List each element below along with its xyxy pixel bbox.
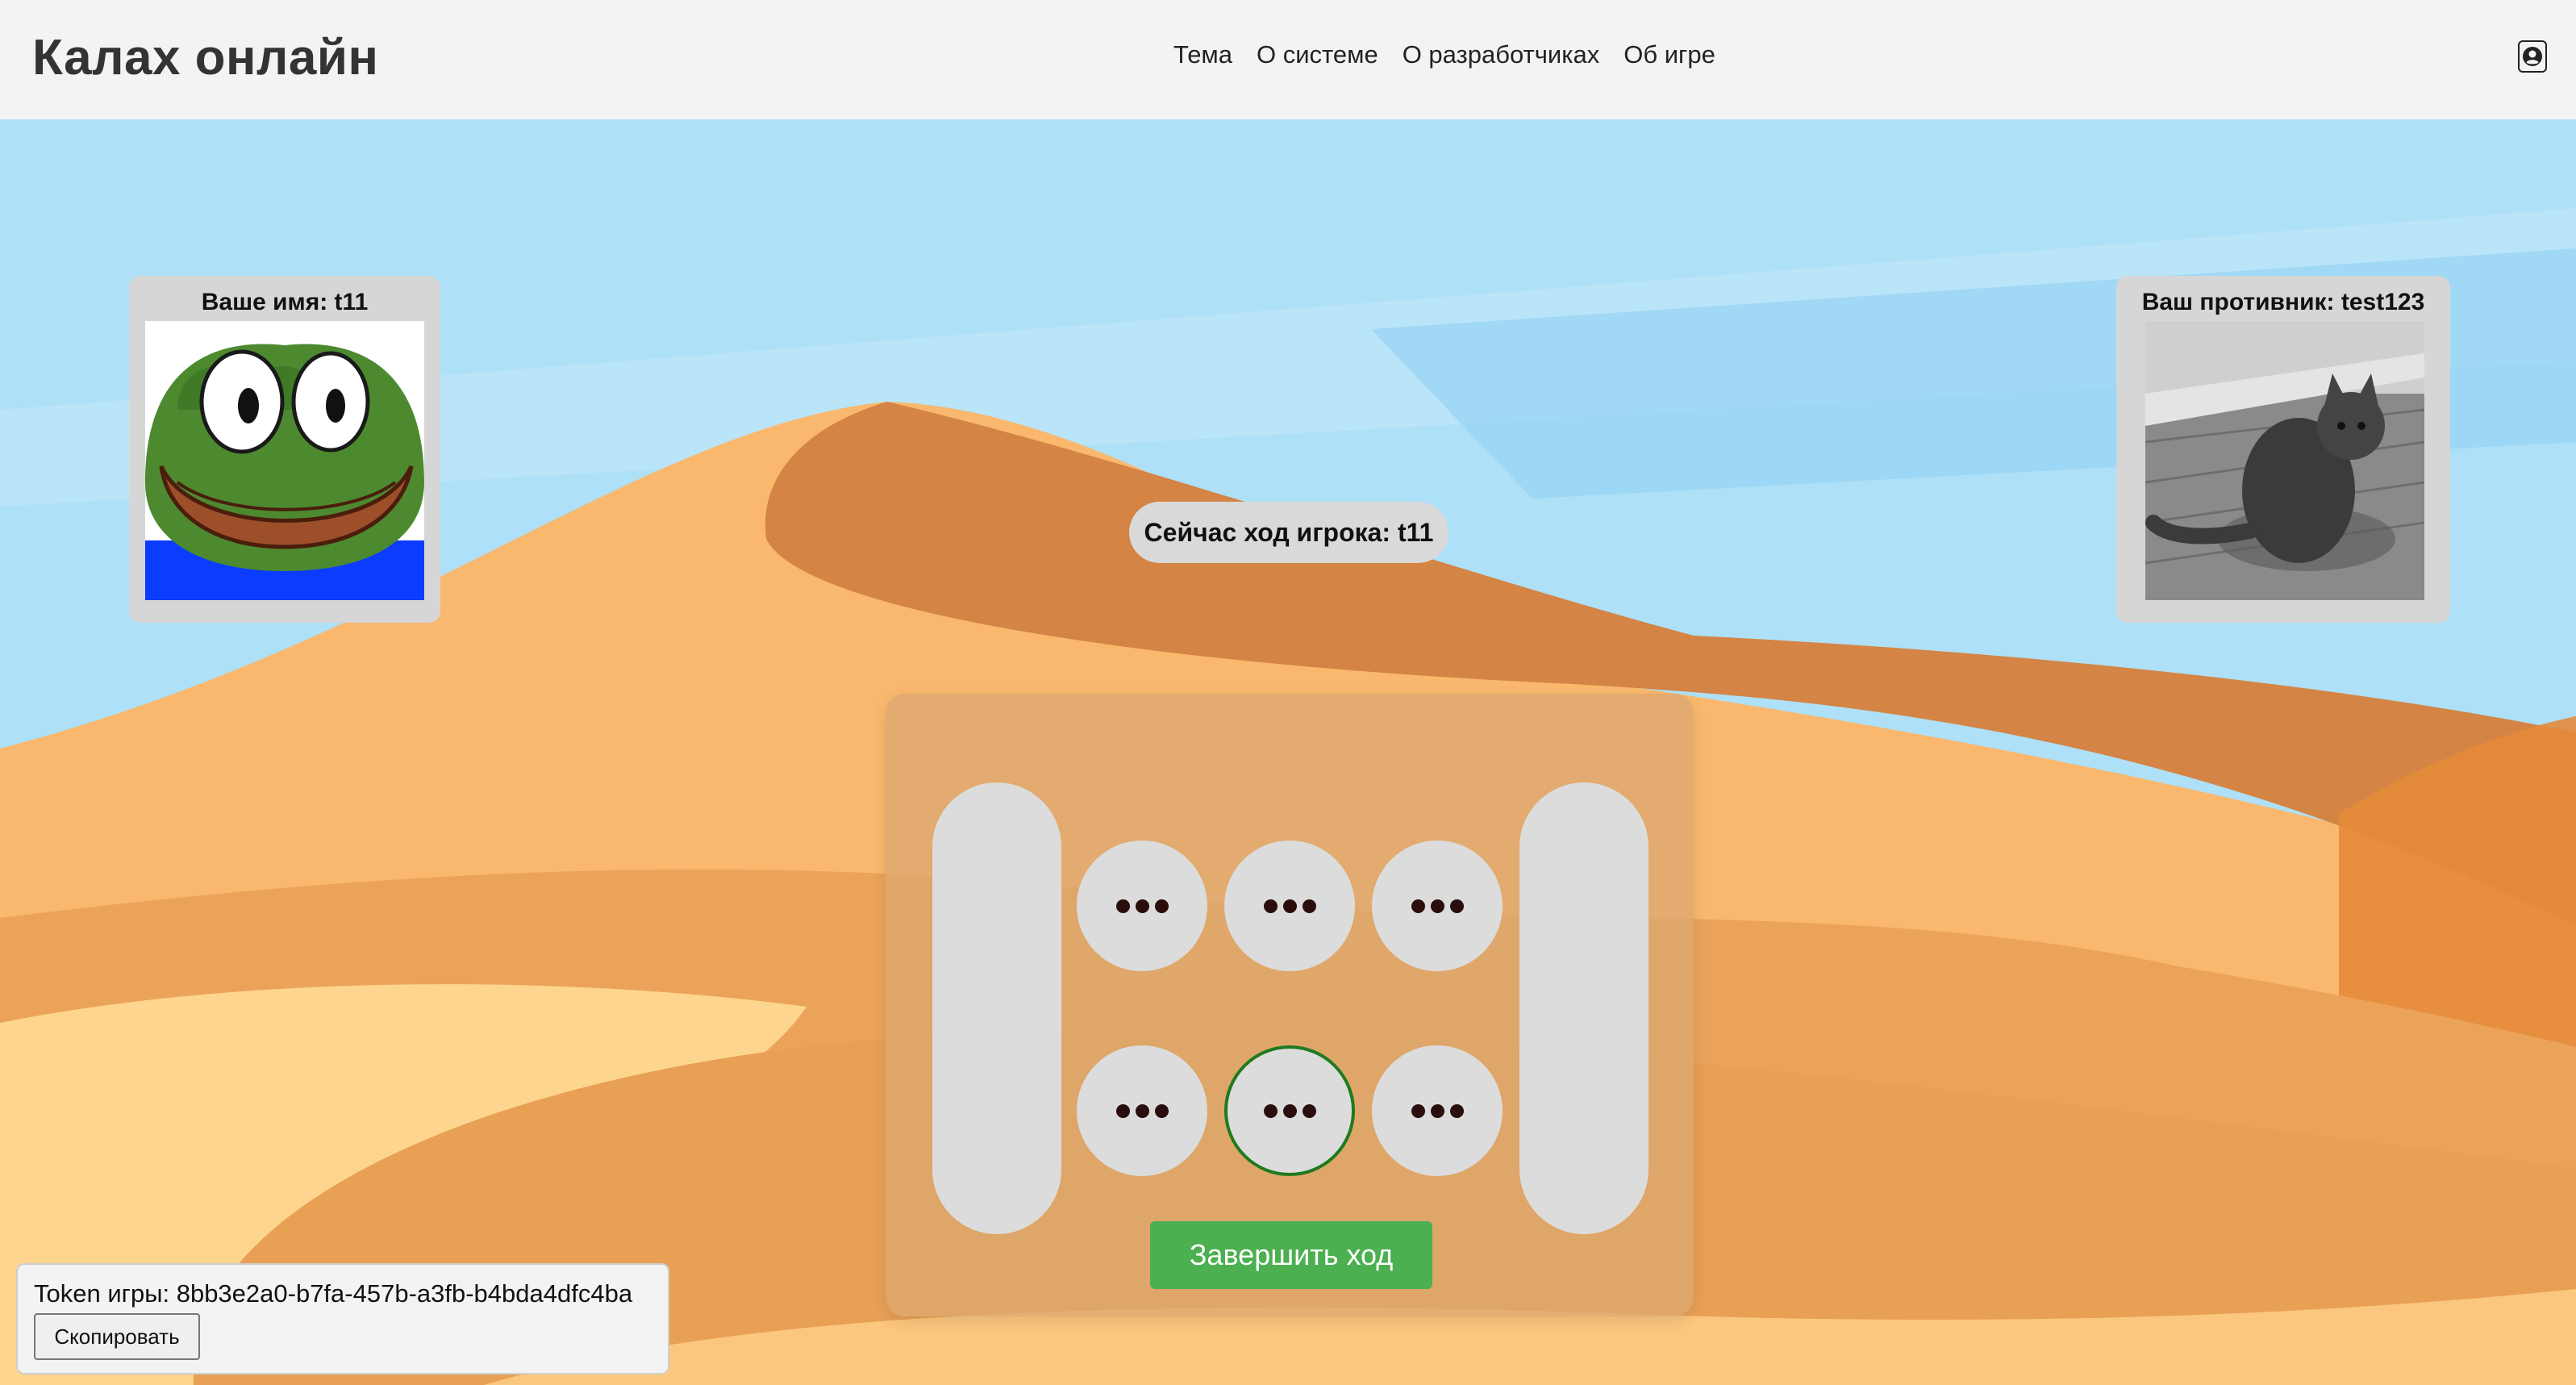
ellipsis-icon	[1263, 899, 1316, 913]
cat-avatar-image	[2145, 321, 2424, 600]
ellipsis-icon	[1115, 899, 1169, 913]
main-nav: Тема О системе О разработчиках Об игре	[1173, 40, 1715, 69]
game-token-panel: Token игры: 8bb3e2a0-b7fa-457b-a3fb-b4bd…	[16, 1263, 669, 1375]
player-card: Ваше имя: t11	[129, 276, 440, 623]
nav-about-game[interactable]: Об игре	[1624, 40, 1715, 69]
turn-indicator: Сейчас ход игрока: t11	[1129, 502, 1448, 563]
pit-top-2[interactable]	[1224, 841, 1355, 971]
opponent-name: Ваш противник: test123	[2141, 289, 2425, 315]
pit-top-1[interactable]	[1077, 841, 1207, 971]
nav-about-developers[interactable]: О разработчиках	[1403, 40, 1600, 69]
player-avatar	[145, 321, 424, 600]
pit-top-3[interactable]	[1372, 841, 1503, 971]
pit-bottom-3[interactable]	[1372, 1045, 1503, 1176]
ellipsis-icon	[1115, 1103, 1169, 1118]
nav-theme[interactable]: Тема	[1173, 40, 1232, 69]
store-right[interactable]	[1519, 782, 1649, 1234]
profile-button[interactable]	[2518, 40, 2547, 73]
opponent-card: Ваш противник: test123	[2116, 276, 2450, 623]
pit-bottom-1[interactable]	[1077, 1045, 1207, 1176]
user-circle-icon	[2523, 47, 2542, 66]
player-name: Ваше имя: t11	[201, 289, 369, 315]
nav-about-system[interactable]: О системе	[1257, 40, 1378, 69]
pit-bottom-2-selected[interactable]	[1224, 1045, 1355, 1176]
top-navbar: Калах онлайн Тема О системе О разработчи…	[0, 0, 2576, 119]
opponent-avatar	[2145, 321, 2424, 600]
end-turn-button[interactable]: Завершить ход	[1150, 1221, 1432, 1289]
frog-avatar-image	[145, 321, 424, 600]
store-left[interactable]	[932, 782, 1061, 1234]
app-title[interactable]: Калах онлайн	[32, 29, 378, 86]
ellipsis-icon	[1263, 1103, 1316, 1118]
game-token: Token игры: 8bb3e2a0-b7fa-457b-a3fb-b4bd…	[34, 1279, 633, 1308]
copy-token-button[interactable]: Скопировать	[34, 1313, 200, 1360]
kalah-board: Завершить ход	[886, 694, 1694, 1316]
ellipsis-icon	[1411, 899, 1464, 913]
ellipsis-icon	[1411, 1103, 1464, 1118]
